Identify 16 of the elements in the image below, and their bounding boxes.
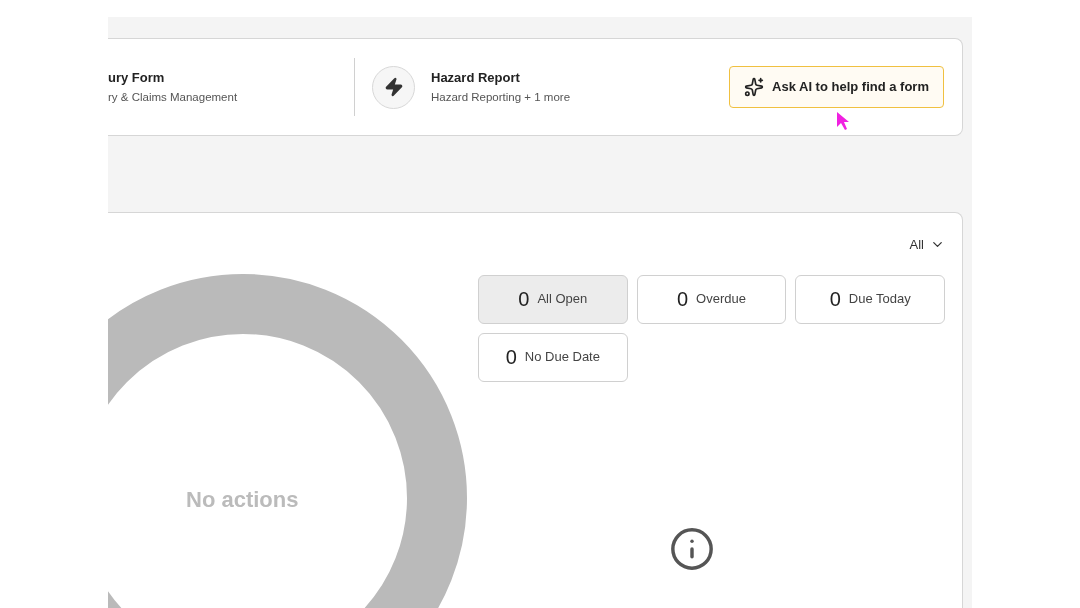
counter-tab[interactable]: 0 All Open (478, 274, 628, 324)
counter-tab[interactable]: 0 Overdue (636, 274, 787, 324)
sparkles-icon (744, 77, 764, 97)
counter-tab[interactable]: 0 No Due Date (478, 332, 628, 382)
cursor-icon (836, 111, 850, 131)
bolt-icon (372, 65, 415, 109)
form-subtitle: ry & Claims Management (108, 90, 238, 106)
filter-label: All (909, 236, 924, 254)
ask-ai-button[interactable]: Ask AI to help find a form (729, 66, 944, 108)
counter-tab[interactable]: 0 Due Today (795, 274, 945, 324)
info-icon (668, 525, 715, 572)
form-title[interactable]: Hazard Report (431, 67, 571, 88)
empty-chart-label: No actions (186, 486, 299, 514)
filter-dropdown[interactable]: All (909, 235, 945, 255)
form-title[interactable]: ury Form (108, 67, 238, 88)
form-subtitle: Hazard Reporting + 1 more (431, 90, 571, 106)
